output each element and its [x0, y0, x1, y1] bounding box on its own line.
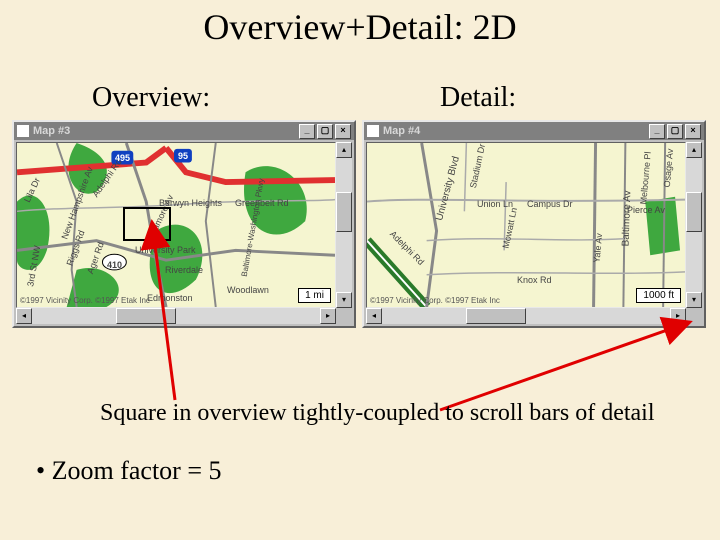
road-label: Baltimore Av [621, 190, 634, 246]
minimize-button[interactable]: _ [299, 124, 315, 139]
detail-window: Map #4 _ ▢ × [362, 120, 706, 328]
road-label: Edmonston [147, 293, 193, 303]
size-grip[interactable] [686, 308, 702, 324]
maximize-button[interactable]: ▢ [317, 124, 333, 139]
app-icon [367, 125, 379, 137]
scroll-left-button[interactable]: ◂ [366, 308, 382, 324]
highway-shield: 95 [178, 151, 188, 161]
road-label: Riverdale [165, 265, 203, 275]
scroll-thumb-horizontal[interactable] [116, 308, 176, 324]
scroll-right-button[interactable]: ▸ [320, 308, 336, 324]
scroll-thumb-vertical[interactable] [336, 192, 352, 232]
scroll-down-button[interactable]: ▾ [336, 292, 352, 308]
caption-text: Square in overview tightly-coupled to sc… [100, 400, 655, 427]
road-label: Woodlawn [227, 285, 269, 295]
overview-scrollbar-vertical[interactable]: ▴ ▾ [336, 142, 352, 308]
highway-shield: 410 [107, 260, 122, 270]
zoom-factor-bullet: • Zoom factor = 5 [36, 456, 222, 486]
overview-window-title: Map #3 [33, 125, 70, 137]
detail-credit: ©1997 Vicinity Corp. ©1997 Etak Inc [370, 296, 500, 305]
maximize-button[interactable]: ▢ [667, 124, 683, 139]
overview-scrollbar-horizontal[interactable]: ◂ ▸ [16, 308, 336, 324]
scroll-left-button[interactable]: ◂ [16, 308, 32, 324]
overview-viewport-rectangle[interactable] [123, 207, 171, 241]
road-label: University Park [135, 245, 196, 255]
highway-shield: 495 [115, 153, 130, 163]
detail-scrollbar-horizontal[interactable]: ◂ ▸ [366, 308, 686, 324]
slide-title: Overview+Detail: 2D [0, 6, 720, 48]
overview-map-canvas[interactable]: Adelphi Rd Berwyn Heights Greenbelt Rd R… [16, 142, 336, 308]
close-button[interactable]: × [685, 124, 701, 139]
overview-credit: ©1997 Vicinity Corp. ©1997 Etak Inc [20, 296, 150, 305]
detail-label: Detail: [440, 82, 516, 114]
overview-label: Overview: [92, 82, 210, 114]
close-button[interactable]: × [335, 124, 351, 139]
minimize-button[interactable]: _ [649, 124, 665, 139]
overview-titlebar[interactable]: Map #3 _ ▢ × [14, 122, 354, 140]
scroll-down-button[interactable]: ▾ [686, 292, 702, 308]
road-label: Knox Rd [517, 275, 552, 285]
size-grip[interactable] [336, 308, 352, 324]
detail-window-title: Map #4 [383, 125, 420, 137]
road-label: Campus Dr [527, 199, 573, 209]
detail-map-canvas[interactable]: University Blvd Adelphi Rd Stadium Dr Un… [366, 142, 686, 308]
scroll-up-button[interactable]: ▴ [336, 142, 352, 158]
scroll-thumb-horizontal[interactable] [466, 308, 526, 324]
detail-titlebar[interactable]: Map #4 _ ▢ × [364, 122, 704, 140]
road-label: Union Ln [477, 199, 513, 209]
scroll-right-button[interactable]: ▸ [670, 308, 686, 324]
detail-scrollbar-vertical[interactable]: ▴ ▾ [686, 142, 702, 308]
scroll-up-button[interactable]: ▴ [686, 142, 702, 158]
detail-scale: 1000 ft [636, 288, 681, 303]
scroll-thumb-vertical[interactable] [686, 192, 702, 232]
overview-window: Map #3 _ ▢ × [12, 120, 356, 328]
overview-scale: 1 mi [298, 288, 331, 303]
road-label: Pierce Av [627, 205, 665, 215]
app-icon [17, 125, 29, 137]
